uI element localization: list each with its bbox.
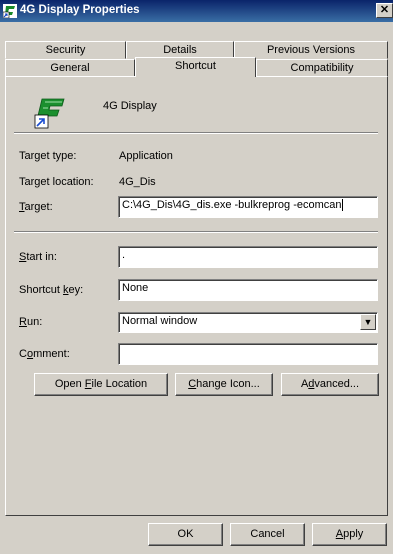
change-icon-button[interactable]: Change Icon... [175,373,273,396]
open-file-location-button[interactable]: Open File Location [34,373,168,396]
target-label: Target: [19,201,53,213]
target-location-label: Target location: [19,176,94,188]
app-icon [3,4,17,18]
ok-button[interactable]: OK [148,523,223,546]
close-icon: ✕ [379,4,390,16]
close-button[interactable]: ✕ [376,3,393,18]
tab-security[interactable]: Security [5,41,126,59]
separator [14,231,378,233]
start-in-label: Start in: [19,251,57,263]
run-select-value: Normal window [122,315,198,327]
tab-general[interactable]: General [5,59,135,77]
start-in-value: . [122,249,126,261]
tab-label: Security [45,44,86,56]
shortcut-name: 4G Display [103,100,157,112]
ok-label: OK [177,528,194,540]
target-input[interactable]: C:\4G_Dis\4G_dis.exe -bulkreprog -ecomca… [118,196,378,218]
tab-label: Shortcut [175,60,216,72]
shortcut-key-value: None [122,282,149,294]
cancel-label: Cancel [250,528,285,540]
tab-label: Compatibility [290,62,354,74]
tab-label: Details [163,44,197,56]
shortcut-key-label: Shortcut key: [19,284,84,296]
comment-label: Comment: [19,348,70,360]
tab-label: General [50,62,90,74]
apply-button[interactable]: Apply [312,523,387,546]
tab-compatibility[interactable]: Compatibility [256,59,388,77]
tab-shortcut[interactable]: Shortcut [135,57,256,77]
separator [14,132,378,134]
target-location-value: 4G_Dis [119,176,156,188]
chevron-down-icon[interactable]: ▼ [360,314,376,330]
shortcut-key-input[interactable]: None [118,279,378,301]
start-in-input[interactable]: . [118,246,378,268]
cancel-button[interactable]: Cancel [230,523,305,546]
run-select[interactable]: Normal window ▼ [118,312,378,333]
target-input-value: C:\4G_Dis\4G_dis.exe -bulkreprog -ecomca… [122,199,342,211]
tab-previous-versions[interactable]: Previous Versions [234,41,388,59]
shortcut-app-icon [34,98,65,129]
properties-dialog: Security Details Previous Versions Gener… [0,22,393,554]
advanced-button[interactable]: Advanced... [281,373,379,396]
comment-input[interactable] [118,343,378,365]
target-type-label: Target type: [19,150,77,162]
target-type-value: Application [119,150,173,162]
window-title: 4G Display Properties [20,4,140,16]
tab-label: Previous Versions [266,44,356,56]
run-label: Run: [19,316,43,328]
title-bar[interactable]: 4G Display Properties ✕ [0,0,393,22]
